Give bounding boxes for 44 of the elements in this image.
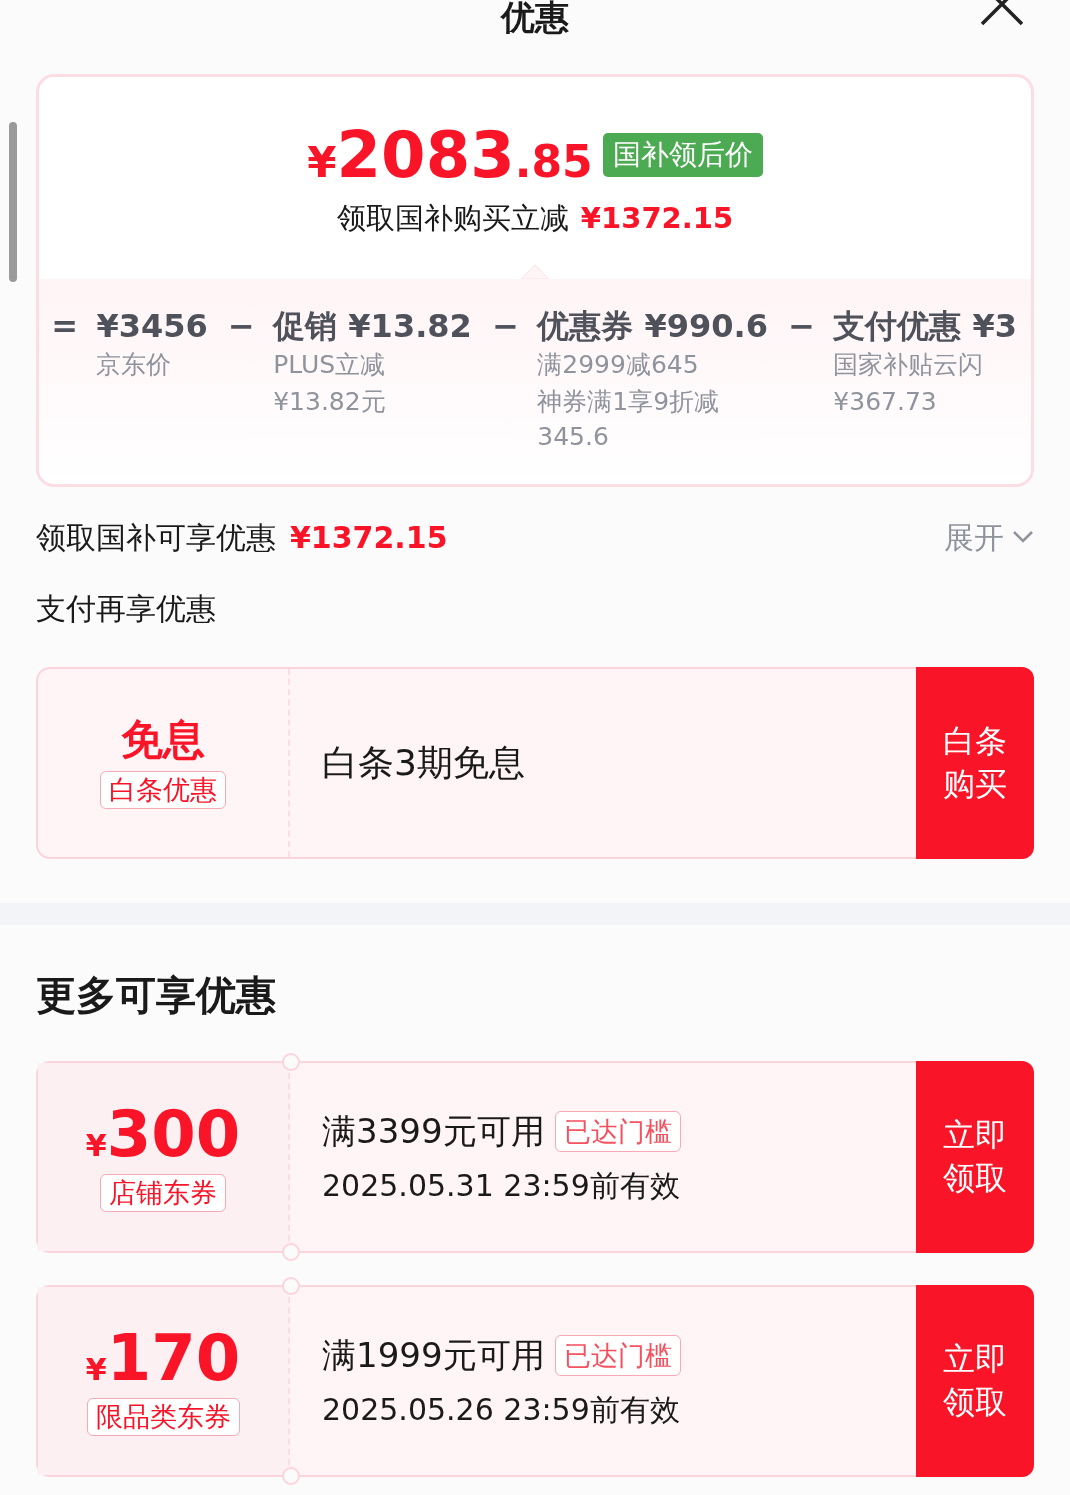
threshold-badge: 已达门槛	[554, 1110, 681, 1152]
discount-amount: ¥1372.15	[580, 200, 734, 237]
breakdown-note: 国家补贴云闪	[833, 348, 985, 381]
threshold-badge: 已达门槛	[554, 1334, 681, 1376]
expand-toggle[interactable]: 展开	[944, 514, 1034, 560]
section-title: 支付再享优惠	[36, 589, 217, 628]
operator-sign: −	[227, 306, 256, 347]
offer-tag: 白条优惠	[100, 770, 226, 810]
coupon-amount: ¥170	[85, 1325, 241, 1390]
breakdown-note: ¥367.73	[833, 385, 938, 418]
price-tag: 国补领后价	[602, 132, 763, 178]
breakdown-amount: ¥3456	[96, 306, 208, 345]
breakdown-amount: 支付优惠 ¥3	[833, 306, 1017, 345]
section-title: 更多可享优惠	[36, 970, 277, 1020]
coupon-validity: 2025.05.31 23:59前有效	[322, 1166, 681, 1205]
breakdown-note: 满2999减645	[537, 348, 700, 381]
pointer-icon	[521, 264, 549, 279]
breakdown-note: 神券满1享9折减 345.6	[537, 385, 721, 453]
coupon-tag: 限品类东券	[86, 1397, 240, 1437]
chevron-icon	[1012, 530, 1034, 545]
close-icon[interactable]	[980, 0, 1024, 26]
operator-sign: =	[50, 306, 80, 347]
offer-headline: 免息	[121, 716, 205, 763]
operator-sign: −	[787, 306, 816, 347]
operator-sign: −	[491, 306, 520, 347]
offer-description: 白条3期免息	[322, 740, 526, 785]
coupon-tag: 店铺东券	[100, 1173, 226, 1213]
coupon-validity: 2025.05.26 23:59前有效	[322, 1390, 681, 1429]
breakdown-note: 京东价	[96, 348, 173, 381]
breakdown-note: ¥13.82元	[273, 385, 387, 418]
discount-label: 领取国补购买立减	[336, 200, 569, 237]
sheet-title: 优惠	[501, 0, 569, 34]
claim-button[interactable]: 白条购买	[916, 666, 1034, 859]
final-price: ¥2083.85	[307, 123, 593, 187]
breakdown-amount: 促销 ¥13.82	[273, 306, 472, 345]
breakdown-note: PLUS立减	[273, 348, 387, 381]
coupon-condition: 满1999元可用	[322, 1333, 545, 1377]
claim-button[interactable]: 立即领取	[916, 1284, 1034, 1477]
subsidy-amount: ¥1372.15	[290, 518, 448, 557]
subsidy-label: 领取国补可享优惠	[36, 518, 276, 557]
coupon-condition: 满3399元可用	[322, 1109, 545, 1153]
coupon-amount: ¥300	[85, 1101, 241, 1166]
claim-button[interactable]: 立即领取	[916, 1060, 1034, 1253]
breakdown-amount: 优惠券 ¥990.6	[537, 306, 768, 345]
